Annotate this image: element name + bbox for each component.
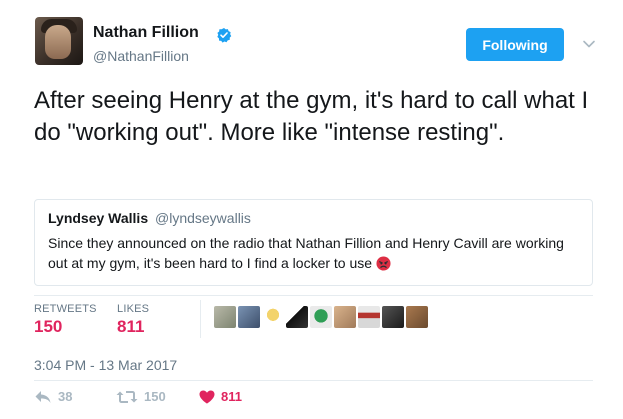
- quoted-tweet-text: Since they announced on the radio that N…: [48, 233, 578, 273]
- following-button[interactable]: Following: [466, 28, 564, 61]
- angry-face-emoji-icon: [376, 256, 391, 271]
- likes-count[interactable]: 811: [117, 317, 144, 337]
- stats-divider-top: [34, 295, 593, 296]
- quoted-tweet-body: Since they announced on the radio that N…: [48, 235, 564, 271]
- quoted-tweet[interactable]: Lyndsey Wallis @lyndseywallis Since they…: [34, 199, 593, 286]
- liker-avatar[interactable]: [310, 306, 332, 328]
- liker-avatar[interactable]: [238, 306, 260, 328]
- liker-avatar[interactable]: [334, 306, 356, 328]
- tweet-timestamp[interactable]: 3:04 PM - 13 Mar 2017: [34, 357, 177, 373]
- liker-avatar[interactable]: [358, 306, 380, 328]
- stats-vertical-divider: [200, 300, 201, 338]
- heart-icon: [199, 390, 215, 403]
- author-name[interactable]: Nathan Fillion: [93, 24, 199, 42]
- retweets-count[interactable]: 150: [34, 317, 62, 337]
- actions-divider: [34, 380, 593, 381]
- liker-avatars: [214, 306, 428, 328]
- like-action[interactable]: 811: [199, 389, 242, 404]
- liker-avatar[interactable]: [262, 306, 284, 328]
- reply-icon: [35, 390, 51, 403]
- likes-label[interactable]: LIKES: [117, 303, 149, 315]
- chevron-down-icon[interactable]: [582, 37, 596, 51]
- author-avatar[interactable]: [35, 17, 83, 65]
- reply-action[interactable]: 38: [34, 389, 72, 404]
- reply-count: 38: [58, 389, 73, 404]
- author-handle[interactable]: @NathanFillion: [93, 48, 189, 64]
- quoted-author-name: Lyndsey Wallis: [48, 210, 149, 226]
- like-count: 811: [221, 389, 242, 404]
- retweet-count: 150: [144, 389, 166, 404]
- verified-badge-icon: [217, 28, 232, 43]
- liker-avatar[interactable]: [406, 306, 428, 328]
- liker-avatar[interactable]: [382, 306, 404, 328]
- retweet-icon: [116, 390, 138, 403]
- liker-avatar[interactable]: [286, 306, 308, 328]
- quoted-author-handle: @lyndseywallis: [155, 210, 251, 226]
- tweet-text: After seeing Henry at the gym, it's hard…: [34, 87, 589, 146]
- retweets-label[interactable]: RETWEETS: [34, 303, 97, 315]
- liker-avatar[interactable]: [214, 306, 236, 328]
- retweet-action[interactable]: 150: [116, 389, 166, 404]
